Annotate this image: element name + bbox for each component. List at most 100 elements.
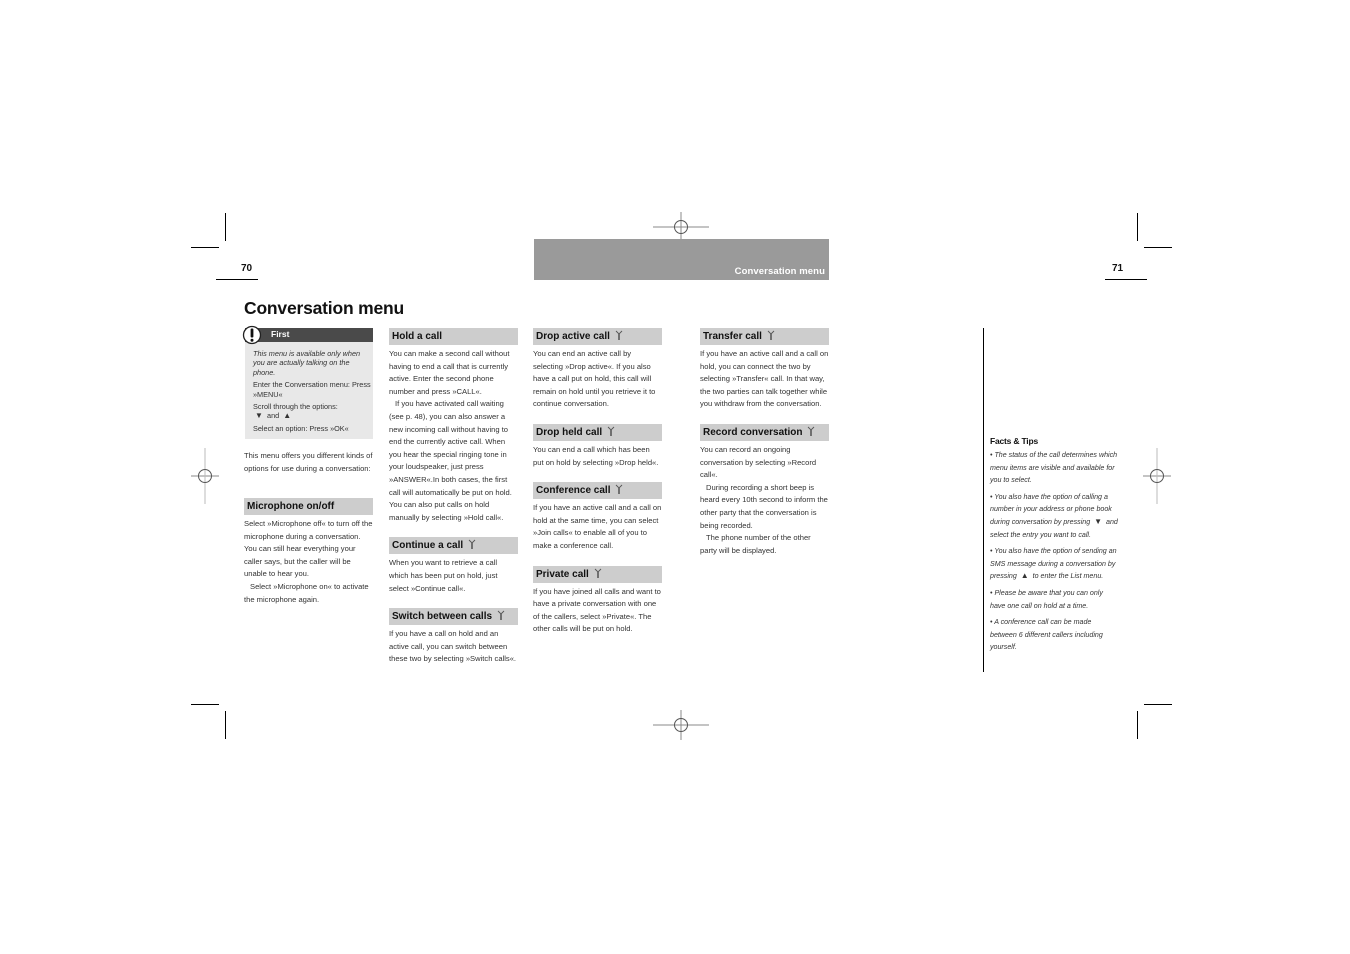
facts-tip: • The status of the call determines whic… <box>990 451 1118 485</box>
facts-tip: • You also have the option of sending an… <box>990 545 1120 583</box>
section-drop-active-call: Drop active call You can end an active c… <box>533 328 662 411</box>
column-3: Drop active call You can end an active c… <box>533 328 662 636</box>
network-service-icon <box>497 610 505 621</box>
section-paragraph: The phone number of the other party will… <box>700 533 811 555</box>
section-heading: Record conversation <box>700 423 829 441</box>
section-continue-call: Continue a call When you want to retriev… <box>389 537 518 595</box>
down-arrow-key-icon: ▼ <box>1094 516 1103 526</box>
first-box-header <box>245 328 373 342</box>
first-box-note: This menu is available only when you are… <box>253 349 361 377</box>
section-title: Transfer call <box>703 331 762 342</box>
right-page-number: 71 <box>1112 263 1124 274</box>
section-title: Conference call <box>536 485 611 497</box>
section-title: Continue a call <box>392 540 464 552</box>
network-service-icon <box>767 330 775 340</box>
intro-text: This menu offers you different kinds of … <box>244 450 373 475</box>
section-paragraph: If you have joined all calls and want to… <box>533 586 661 634</box>
facts-tip: • Please be aware that you can only have… <box>990 588 1103 610</box>
column-2: Hold a call You can make a second call w… <box>389 328 518 666</box>
network-service-icon <box>468 539 476 550</box>
crop-mark <box>191 704 219 705</box>
section-switch-calls: Switch between calls If you have a call … <box>389 608 518 666</box>
down-arrow-key-icon: ▼ <box>255 411 263 421</box>
section-heading: Continue a call <box>389 537 518 555</box>
section-paragraph: You can make a second call without havin… <box>389 349 510 396</box>
section-heading: Drop active call <box>533 328 662 345</box>
section-drop-held-call: Drop held call You can end a call which … <box>533 423 662 469</box>
section-title: Hold a call <box>392 331 443 342</box>
section-paragraph: During recording a short beep is heard e… <box>700 482 828 530</box>
section-hold-call: Hold a call You can make a second call w… <box>389 328 518 524</box>
first-box-step-text: Scroll through the options: <box>253 402 338 412</box>
section-paragraph: You can record an ongoing conversation b… <box>700 444 817 480</box>
section-heading: Transfer call <box>700 328 829 345</box>
facts-tip: • A conference call can be made between … <box>990 618 1103 652</box>
crop-mark <box>191 247 219 248</box>
network-service-icon <box>607 426 615 436</box>
section-conference-call: Conference call If you have an active ca… <box>533 482 662 552</box>
section-paragraph: You can end a call which has been put on… <box>533 444 659 467</box>
section-paragraph: If you have an active call and a call on… <box>533 503 662 550</box>
registration-mark-icon <box>653 710 709 740</box>
crop-mark <box>1144 247 1172 248</box>
facts-tips-panel: Facts & Tips • The status of the call de… <box>990 436 1120 658</box>
section-private-call: Private call If you have joined all call… <box>533 565 662 636</box>
section-paragraph: Select »Microphone off« to turn off the … <box>244 519 373 579</box>
page-number-rule <box>216 279 258 280</box>
section-paragraph: If you have activated call waiting (see … <box>389 399 512 522</box>
up-arrow-key-icon: ▲ <box>283 411 292 421</box>
network-service-icon <box>615 330 623 340</box>
first-box-content: This menu is available only when you are… <box>253 349 371 436</box>
crop-mark <box>1137 213 1138 241</box>
page-title: Conversation menu <box>244 298 404 318</box>
network-service-icon <box>616 484 623 495</box>
section-heading: Switch between calls <box>389 608 518 626</box>
section-heading: Hold a call <box>389 328 518 345</box>
facts-tip: • You also have the option of calling a … <box>990 491 1120 541</box>
facts-tips-rule <box>983 328 984 672</box>
section-title: Record conversation <box>703 426 803 438</box>
section-microphone: Microphone on/off Select »Microphone off… <box>244 498 373 606</box>
section-paragraph: If you have an active call and a call on… <box>700 349 829 409</box>
first-box-step: Select an option: Press »OK« <box>253 423 349 433</box>
running-header-band: Conversation menu <box>534 239 829 280</box>
registration-mark-icon <box>1143 448 1171 504</box>
section-heading: Microphone on/off <box>244 498 373 515</box>
running-header-title: Conversation menu <box>734 266 825 277</box>
network-service-icon <box>808 426 815 436</box>
crop-mark <box>225 711 226 739</box>
facts-tip-text: to enter the List menu. <box>1032 572 1104 581</box>
registration-mark-icon <box>191 448 219 504</box>
registration-mark-icon <box>653 212 709 242</box>
section-title: Microphone on/off <box>247 501 335 512</box>
intro-paragraph: This menu offers you different kinds of … <box>244 451 373 473</box>
first-box-step: Scroll through the options: ▼ and ▲ <box>253 402 371 421</box>
section-heading: Private call <box>533 565 662 583</box>
facts-tips-title: Facts & Tips <box>990 436 1038 446</box>
first-box-step: Enter the Conversation menu: Press »MENU… <box>253 380 371 399</box>
section-record-conversation: Record conversation You can record an on… <box>700 423 829 557</box>
left-page-number: 70 <box>241 263 253 274</box>
crop-mark <box>1137 711 1138 739</box>
section-paragraph: You can end an active call by selecting … <box>533 349 656 409</box>
section-heading: Drop held call <box>533 423 662 441</box>
up-arrow-key-icon: ▲ <box>1020 571 1029 581</box>
network-service-icon <box>594 568 602 578</box>
section-title: Drop active call <box>536 331 610 342</box>
section-title: Switch between calls <box>392 611 493 623</box>
section-title: Private call <box>536 568 589 580</box>
section-transfer-call: Transfer call If you have an active call… <box>700 328 829 411</box>
first-box-step-text: and <box>267 411 280 421</box>
section-paragraph: When you want to retrieve a call which h… <box>389 558 498 593</box>
crop-mark <box>225 213 226 241</box>
first-box-label: First <box>271 329 290 339</box>
page-number-rule <box>1105 279 1147 280</box>
section-title: Drop held call <box>536 426 603 438</box>
section-paragraph: Select »Microphone on« to activate the m… <box>244 581 369 604</box>
crop-mark <box>1144 704 1172 705</box>
column-4: Transfer call If you have an active call… <box>700 328 829 557</box>
first-info-box: First This menu is available only when y… <box>242 325 373 439</box>
section-paragraph: If you have a call on hold and an active… <box>389 629 517 664</box>
section-heading: Conference call <box>533 482 662 500</box>
exclamation-icon <box>242 325 262 345</box>
